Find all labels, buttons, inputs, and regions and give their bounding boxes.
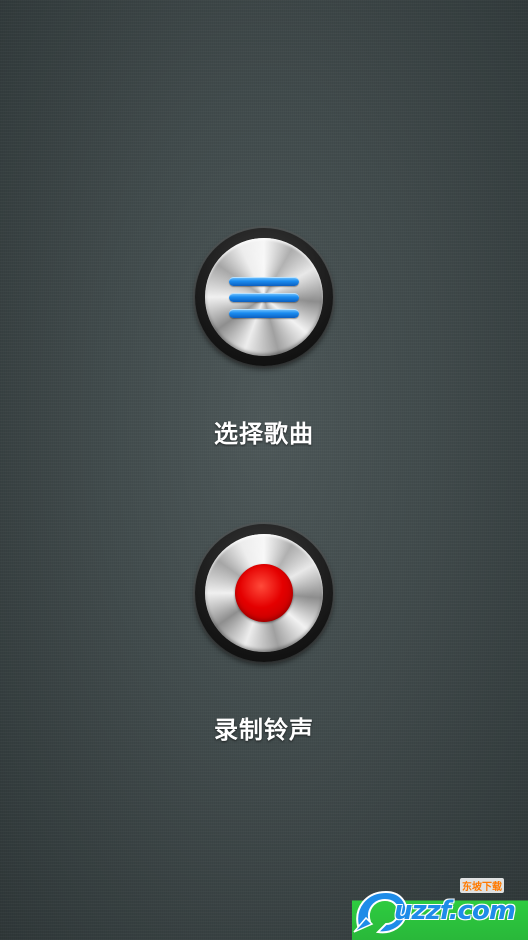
record-icon <box>235 564 293 622</box>
menu-icon-bar <box>229 292 299 302</box>
select-song-group: 选择歌曲 <box>0 228 528 449</box>
record-ringtone-label[interactable]: 录制铃声 <box>214 710 314 745</box>
menu-icon <box>229 276 299 318</box>
watermark-tagline: 东坡下载 <box>460 878 504 893</box>
watermark-brand: uzzf.com <box>394 896 516 926</box>
menu-icon-bar <box>229 276 299 286</box>
record-ringtone-group: 录制铃声 <box>0 524 528 745</box>
record-ringtone-button[interactable] <box>195 524 333 662</box>
select-song-button-face <box>205 238 323 356</box>
background-texture <box>0 0 528 940</box>
select-song-label[interactable]: 选择歌曲 <box>214 414 314 449</box>
site-watermark: 东坡下载 uzzf.com <box>352 874 528 940</box>
menu-icon-bar <box>229 308 299 318</box>
record-ringtone-button-face <box>205 534 323 652</box>
select-song-button[interactable] <box>195 228 333 366</box>
